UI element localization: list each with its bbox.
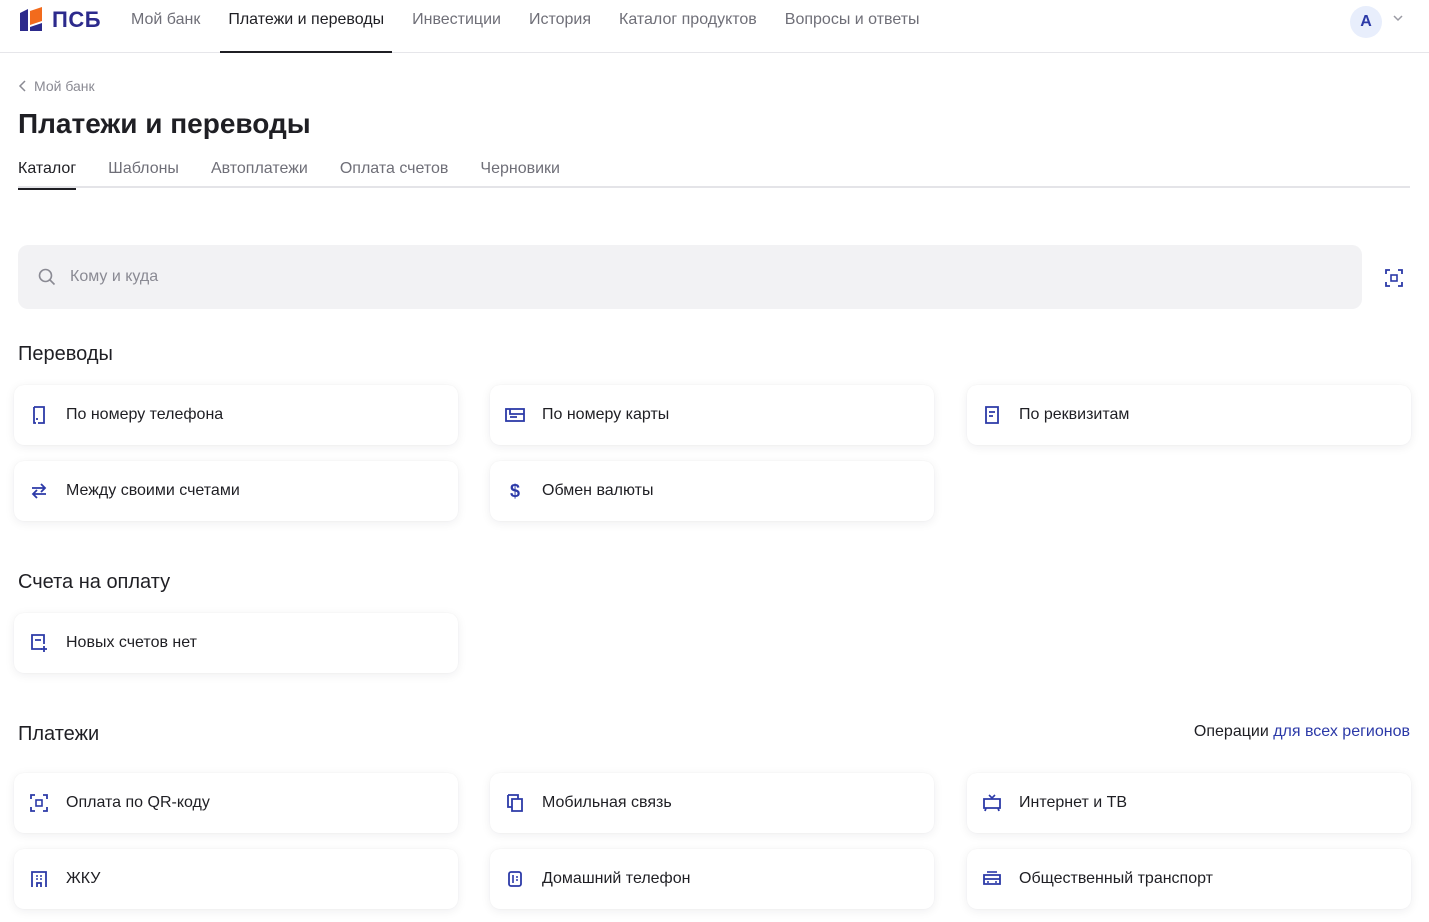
transfer-by-details-card[interactable]: По реквизитам (967, 385, 1411, 445)
tab-drafts[interactable]: Черновики (480, 158, 560, 188)
transfer-by-card-number-card[interactable]: По номеру карты (490, 385, 934, 445)
currency-exchange-card[interactable]: $ Обмен валюты (490, 461, 934, 521)
card-label: Домашний телефон (542, 870, 691, 887)
tab-autopayments[interactable]: Автоплатежи (211, 158, 308, 188)
mobile-icon (505, 793, 525, 813)
internet-tv-card[interactable]: Интернет и ТВ (967, 773, 1411, 833)
nav-item-payments[interactable]: Платежи и переводы (220, 0, 392, 53)
psb-logo-icon (20, 7, 42, 31)
invoice-add-icon (29, 633, 49, 653)
card-label: ЖКУ (66, 870, 101, 887)
nav-item-my-bank[interactable]: Мой банк (131, 0, 200, 53)
card-label: Мобильная связь (542, 794, 672, 811)
nav-item-history[interactable]: История (529, 0, 591, 53)
home-phone-card[interactable]: Домашний телефон (490, 849, 934, 909)
tv-icon (982, 793, 1002, 813)
section-title-bills: Счета на оплату (18, 571, 171, 593)
regions-prefix: Операции (1193, 723, 1269, 740)
building-icon (29, 869, 49, 889)
main-nav: Мой банк Платежи и переводы Инвестиции И… (131, 0, 948, 53)
dollar-icon: $ (509, 480, 520, 501)
nav-item-faq[interactable]: Вопросы и ответы (785, 0, 920, 53)
breadcrumb-label: Мой банк (34, 78, 95, 94)
card-label: Интернет и ТВ (1019, 794, 1128, 811)
home-phone-icon (505, 869, 525, 889)
top-navigation-bar: ПСБ Мой банк Платежи и переводы Инвестиц… (0, 0, 1429, 53)
psb-logo[interactable]: ПСБ (18, 6, 101, 34)
card-label: По номеру карты (542, 406, 670, 423)
nav-item-product-catalog[interactable]: Каталог продуктов (619, 0, 757, 53)
regions-selector: Операции для всех регионов (1194, 723, 1410, 741)
transfer-between-accounts-card[interactable]: Между своими счетами (14, 461, 458, 521)
section-title-payments: Платежи (18, 723, 100, 745)
card-label: По номеру телефона (66, 406, 224, 423)
bus-icon (982, 869, 1002, 889)
tab-catalog[interactable]: Каталог (18, 158, 77, 190)
document-icon (982, 405, 1002, 425)
no-new-bills-card[interactable]: Новых счетов нет (14, 613, 458, 673)
section-title-transfers: Переводы (18, 343, 113, 365)
all-regions-link[interactable]: для всех регионов (1273, 723, 1410, 740)
catalog-tabs: Каталог Шаблоны Автоплатежи Оплата счето… (18, 158, 1410, 190)
search-icon (38, 268, 56, 286)
nav-item-investments[interactable]: Инвестиции (412, 0, 501, 53)
qr-scan-icon[interactable] (1384, 268, 1404, 288)
page-title: Платежи и переводы (18, 108, 311, 139)
mobile-payment-card[interactable]: Мобильная связь (490, 773, 934, 833)
qr-code-icon (29, 793, 49, 813)
tab-bill-payment[interactable]: Оплата счетов (340, 158, 449, 188)
card-label: Обмен валюты (542, 482, 654, 499)
card-label: По реквизитам (1019, 406, 1130, 423)
tab-templates[interactable]: Шаблоны (108, 158, 179, 188)
chevron-left-icon (18, 80, 26, 92)
housing-utilities-card[interactable]: ЖКУ (14, 849, 458, 909)
brand-name: ПСБ (52, 7, 102, 32)
card-label: Оплата по QR-коду (66, 794, 210, 811)
breadcrumb[interactable]: Мой банк (18, 78, 95, 94)
avatar[interactable]: А (1350, 6, 1382, 38)
transfer-by-phone-card[interactable]: По номеру телефона (14, 385, 458, 445)
search-input[interactable] (70, 268, 1270, 286)
chevron-down-icon[interactable] (1390, 10, 1406, 26)
card-label: Новых счетов нет (66, 634, 197, 651)
phone-icon (29, 405, 49, 425)
swap-arrows-icon (29, 481, 49, 501)
qr-payment-card[interactable]: Оплата по QR-коду (14, 773, 458, 833)
search-bar (18, 245, 1362, 309)
card-label: Между своими счетами (66, 482, 240, 499)
card-icon (505, 405, 525, 425)
card-label: Общественный транспорт (1019, 870, 1213, 887)
public-transport-card[interactable]: Общественный транспорт (967, 849, 1411, 909)
